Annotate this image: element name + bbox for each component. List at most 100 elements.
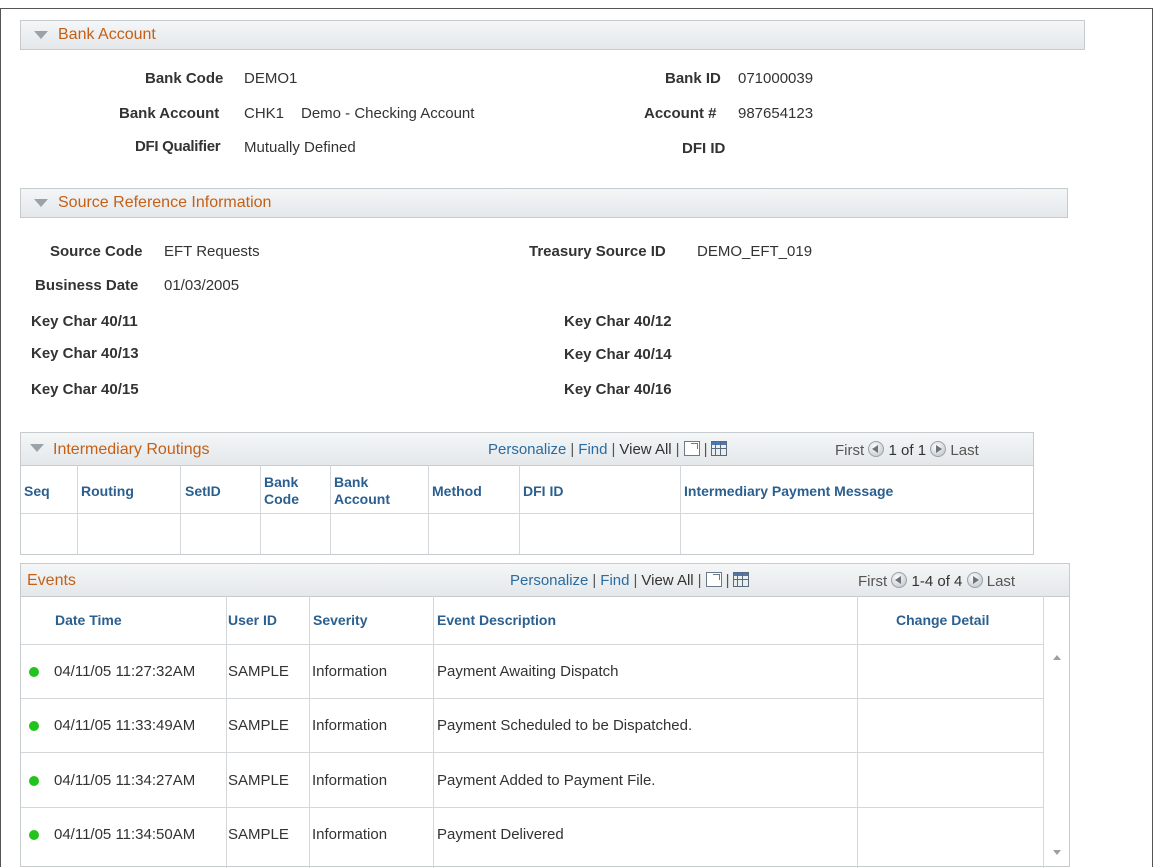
status-indicator-icon xyxy=(29,776,39,786)
grid-header-bar: Intermediary Routings Personalize | Find | V… xyxy=(21,433,1033,466)
row-range: 1-4 of 4 xyxy=(911,573,963,590)
col-divider xyxy=(519,465,520,554)
column-header-bank-account-line1[interactable]: Bank xyxy=(334,474,368,490)
scroll-down-arrow-icon[interactable] xyxy=(1053,850,1061,855)
column-header-change-detail[interactable]: Change Detail xyxy=(896,612,989,628)
column-header-user-id[interactable]: User ID xyxy=(228,612,277,628)
col-divider xyxy=(309,596,310,868)
first-link[interactable]: First xyxy=(835,442,864,459)
first-link[interactable]: First xyxy=(858,573,887,590)
bank-account-label: Bank Account xyxy=(119,105,220,122)
col-divider xyxy=(180,465,181,554)
event-severity: Information xyxy=(312,772,388,789)
column-header-setid[interactable]: SetID xyxy=(185,483,221,499)
page-border-left xyxy=(0,8,1,867)
grid-pager: First 1 of 1 Last xyxy=(835,441,979,459)
collapse-triangle-icon[interactable] xyxy=(30,444,44,452)
event-description: Payment Added to Payment File. xyxy=(437,772,656,789)
status-indicator-icon xyxy=(29,830,39,840)
col-divider xyxy=(433,596,434,868)
bank-account-description: Demo - Checking Account xyxy=(301,105,475,122)
col-divider xyxy=(330,465,331,554)
source-code-value: EFT Requests xyxy=(164,243,260,260)
column-header-bank-code-line1[interactable]: Bank xyxy=(264,474,298,490)
intermediary-routings-grid: Intermediary Routings Personalize | Find | V… xyxy=(20,432,1034,555)
event-user-id: SAMPLE xyxy=(228,717,289,734)
collapse-triangle-icon[interactable] xyxy=(34,199,48,207)
status-indicator-icon xyxy=(29,667,39,677)
treasury-source-id-label: Treasury Source ID xyxy=(529,243,666,260)
key-char-11-label: Key Char 40/11 xyxy=(31,313,138,330)
event-user-id: SAMPLE xyxy=(228,663,289,680)
grid-toolbar: Personalize | Find | View All | | xyxy=(488,441,728,458)
page-border-top xyxy=(0,8,1152,9)
column-header-method[interactable]: Method xyxy=(432,483,482,499)
column-header-dfi-id[interactable]: DFI ID xyxy=(523,483,563,499)
source-code-label: Source Code xyxy=(50,243,143,260)
next-arrow-icon[interactable] xyxy=(966,572,983,588)
event-datetime: 04/11/05 11:34:27AM xyxy=(54,772,196,789)
previous-arrow-icon[interactable] xyxy=(891,572,908,588)
event-datetime: 04/11/05 11:33:49AM xyxy=(54,717,196,734)
find-link[interactable]: Find xyxy=(600,572,629,589)
col-divider xyxy=(260,465,261,554)
column-header-routing[interactable]: Routing xyxy=(81,483,134,499)
download-grid-icon[interactable] xyxy=(733,572,750,587)
row-divider xyxy=(21,698,1043,699)
bank-account-section-header[interactable]: Bank Account xyxy=(20,20,1085,50)
treasury-source-id-value: DEMO_EFT_019 xyxy=(697,243,813,260)
business-date-label: Business Date xyxy=(35,277,139,294)
column-header-bank-code-line2[interactable]: Code xyxy=(264,491,299,507)
bank-account-value: CHK1 xyxy=(244,105,285,122)
column-header-intermediary-payment-message[interactable]: Intermediary Payment Message xyxy=(684,483,893,499)
event-description: Payment Scheduled to be Dispatched. xyxy=(437,717,693,734)
column-header-seq[interactable]: Seq xyxy=(24,483,50,499)
collapse-triangle-icon[interactable] xyxy=(34,31,48,39)
section-title: Bank Account xyxy=(58,26,156,43)
column-header-bank-account-line2[interactable]: Account xyxy=(334,491,390,507)
view-all-link[interactable]: View All xyxy=(641,572,693,589)
bank-id-label: Bank ID xyxy=(665,70,721,87)
header-divider xyxy=(21,513,1033,514)
column-header-date-time[interactable]: Date Time xyxy=(55,612,122,628)
dfi-qualifier-value: Mutually Defined xyxy=(244,139,356,156)
zoom-grid-icon[interactable] xyxy=(683,441,700,456)
key-char-13-label: Key Char 40/13 xyxy=(31,345,139,362)
event-severity: Information xyxy=(312,717,388,734)
next-arrow-icon[interactable] xyxy=(930,441,947,457)
previous-arrow-icon[interactable] xyxy=(868,441,885,457)
find-link[interactable]: Find xyxy=(578,441,607,458)
download-grid-icon[interactable] xyxy=(711,441,728,456)
personalize-link[interactable]: Personalize xyxy=(510,572,588,589)
event-description: Payment Awaiting Dispatch xyxy=(437,663,619,680)
vertical-scrollbar[interactable] xyxy=(1044,645,1069,866)
scroll-up-arrow-icon[interactable] xyxy=(1053,655,1061,660)
events-grid: Events Personalize | Find | View All | | First… xyxy=(20,563,1070,868)
bank-code-label: Bank Code xyxy=(145,70,224,87)
row-range: 1 of 1 xyxy=(888,442,927,459)
event-severity: Information xyxy=(312,663,388,680)
account-number-value: 987654123 xyxy=(738,105,814,122)
event-user-id: SAMPLE xyxy=(228,772,289,789)
status-indicator-icon xyxy=(29,721,39,731)
col-divider xyxy=(226,596,227,868)
dfi-qualifier-label: DFI Qualifier xyxy=(135,138,221,155)
event-datetime: 04/11/05 11:34:50AM xyxy=(54,826,196,843)
key-char-14-label: Key Char 40/14 xyxy=(564,346,672,363)
column-header-event-description[interactable]: Event Description xyxy=(437,612,556,628)
source-reference-section-header[interactable]: Source Reference Information xyxy=(20,188,1068,218)
bank-id-value: 071000039 xyxy=(738,70,814,87)
row-divider xyxy=(21,807,1043,808)
page-border-right xyxy=(1152,8,1153,867)
view-all-link[interactable]: View All xyxy=(619,441,671,458)
personalize-link[interactable]: Personalize xyxy=(488,441,566,458)
column-header-severity[interactable]: Severity xyxy=(313,612,367,628)
last-link[interactable]: Last xyxy=(987,573,1015,590)
zoom-grid-icon[interactable] xyxy=(705,572,722,587)
key-char-16-label: Key Char 40/16 xyxy=(564,381,672,398)
event-datetime: 04/11/05 11:27:32AM xyxy=(54,663,196,680)
col-divider xyxy=(680,465,681,554)
event-user-id: SAMPLE xyxy=(228,826,289,843)
col-divider xyxy=(857,596,858,868)
last-link[interactable]: Last xyxy=(950,442,978,459)
